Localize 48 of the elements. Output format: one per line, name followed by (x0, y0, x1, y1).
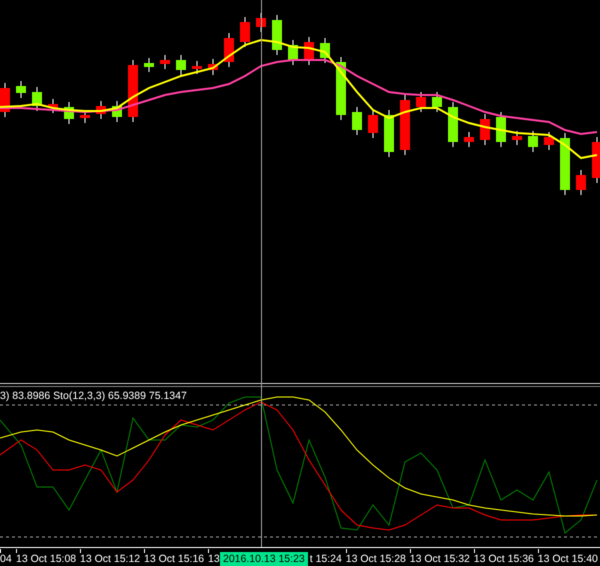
candlestick (496, 112, 506, 148)
time-label: 13 (208, 553, 220, 566)
candlestick (480, 114, 490, 146)
candlestick (528, 130, 538, 152)
candlestick (208, 58, 218, 76)
time-label: 13 Oct 15:28 (346, 553, 407, 566)
candlestick (432, 92, 442, 112)
candlestick (368, 110, 378, 138)
candlestick (272, 14, 282, 56)
time-label: 13 Oct 15:12 (80, 553, 142, 566)
candlestick (288, 40, 298, 66)
candlestick (336, 56, 346, 120)
candlestick (160, 54, 170, 70)
candlestick (224, 32, 234, 68)
candlestick (176, 54, 186, 76)
time-label: 13 Oct 15:40 (538, 553, 599, 566)
candlestick (400, 94, 410, 156)
candlestick (112, 100, 122, 122)
candlestick (384, 110, 394, 158)
candlestick (416, 92, 426, 112)
candlestick (352, 106, 362, 136)
candlestick (64, 102, 74, 124)
time-label: 13 Oct 15:08 (16, 553, 78, 566)
candlestick (192, 60, 202, 74)
candlestick (448, 102, 458, 148)
time-label: 13 Oct 15:32 (410, 553, 471, 566)
time-label: 13 Oct 15:16 (144, 553, 206, 566)
candlestick (128, 60, 138, 122)
time-label: 04 (0, 553, 13, 566)
candlestick (560, 132, 570, 196)
candlestick (96, 100, 106, 120)
candlestick (576, 170, 586, 196)
candlestick (32, 86, 42, 112)
crosshair-time-label: 2016.10.13 15:23 (220, 552, 308, 566)
candlestick (544, 132, 554, 150)
candlestick (304, 36, 314, 66)
candlestick (592, 136, 600, 184)
candlestick (0, 82, 10, 118)
time-label: 13 Oct 15:36 (474, 553, 535, 566)
candlestick (512, 130, 522, 146)
candlestick (16, 80, 26, 98)
candlestick (144, 58, 154, 72)
candlestick (320, 38, 330, 64)
candlestick (240, 16, 250, 48)
candlestick (48, 98, 58, 114)
indicator-label: 3) 83.8986 Sto(12,3,3) 65.9389 75.1347 (0, 389, 187, 404)
candlestick (464, 132, 474, 148)
time-label: t 15:24 (308, 553, 343, 566)
